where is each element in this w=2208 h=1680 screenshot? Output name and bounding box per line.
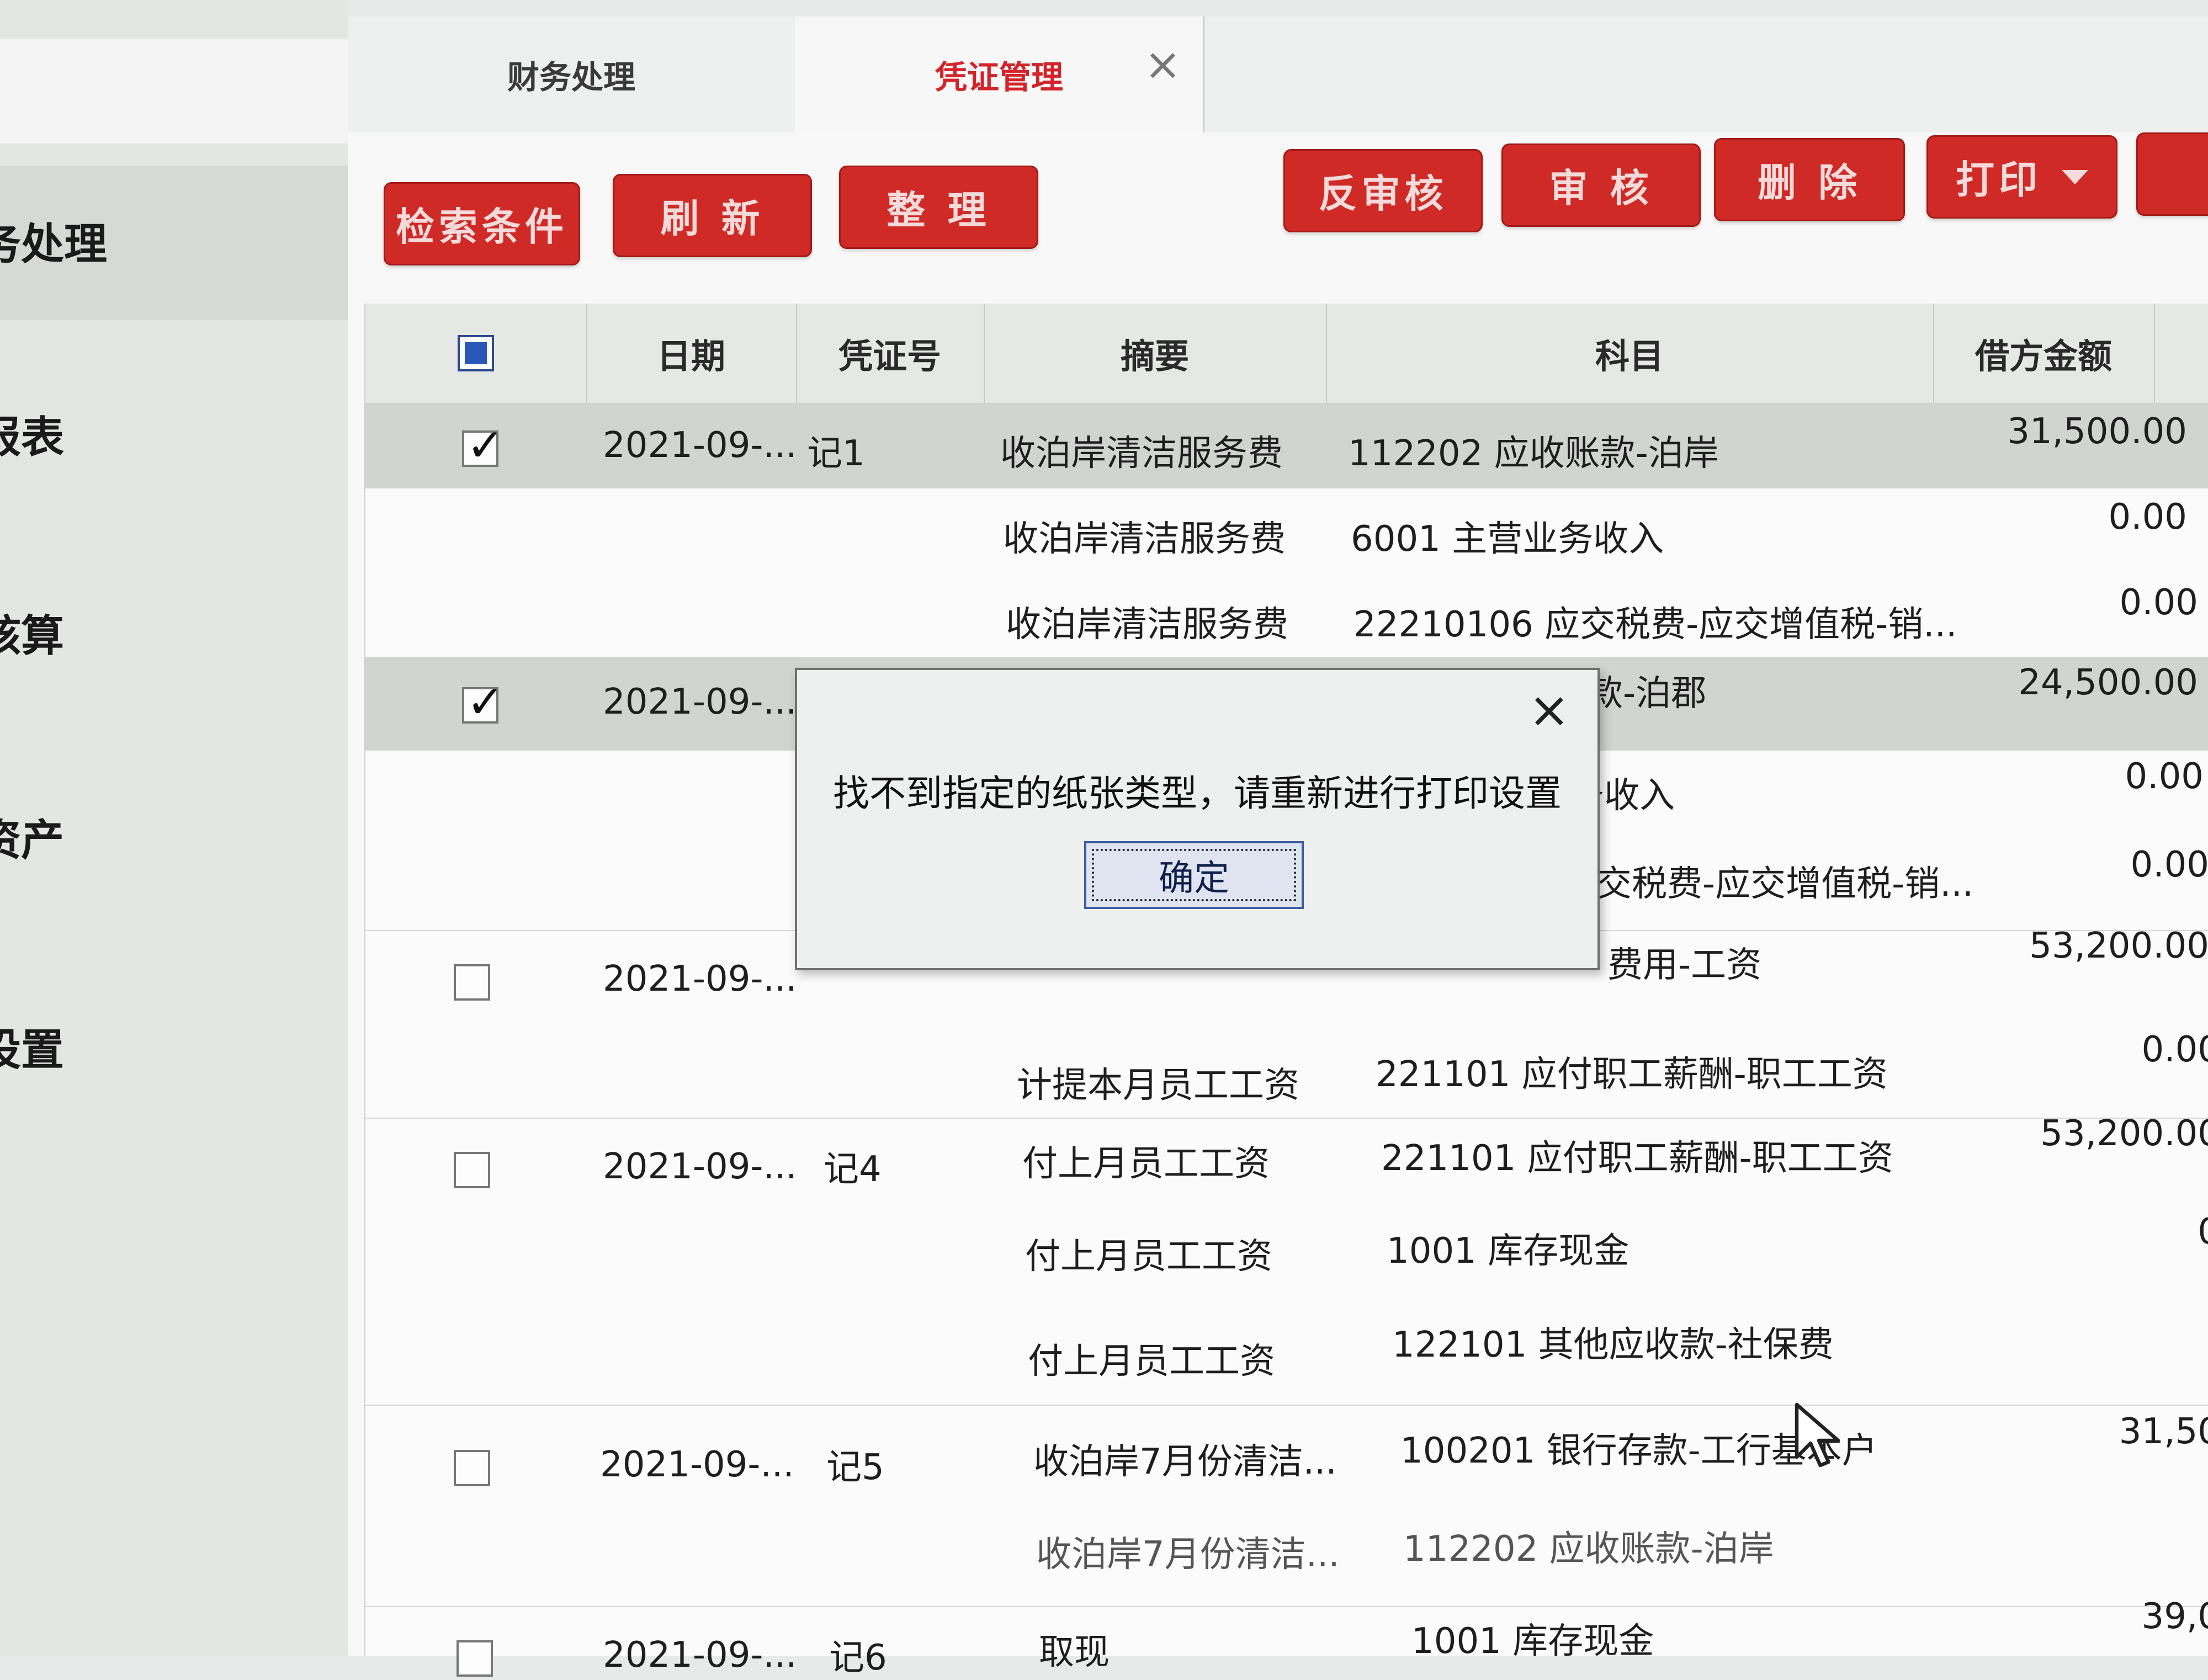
select-all-checkbox[interactable] bbox=[458, 335, 494, 371]
audit-button[interactable]: 审 核 bbox=[1501, 143, 1701, 227]
summary-cell: 付上月员工工资 bbox=[1028, 1341, 1275, 1382]
sidebar-item-reports[interactable]: 报表 bbox=[0, 403, 64, 465]
print-button[interactable]: 打印 bbox=[1926, 135, 2117, 219]
header-voucher-no[interactable]: 凭证号 bbox=[796, 304, 985, 403]
voucher-cell[interactable]: 记6 bbox=[829, 1629, 887, 1680]
header-date[interactable]: 日期 bbox=[586, 304, 797, 403]
date-cell: 2021-09-... bbox=[603, 1146, 797, 1187]
search-criteria-button[interactable]: 检索条件 bbox=[384, 182, 580, 265]
summary-cell: 付上月员工工资 bbox=[1025, 1236, 1272, 1277]
account-cell: 1001 库存现金 bbox=[1387, 1231, 1630, 1272]
refresh-button[interactable]: 刷 新 bbox=[613, 174, 812, 257]
sidebar-item-assets[interactable]: 资产 bbox=[0, 806, 64, 868]
summary-cell: 收泊岸清洁服务费 bbox=[1006, 604, 1288, 645]
header-select-all-cell bbox=[365, 304, 587, 403]
summary-cell: 收泊岸清洁服务费 bbox=[1003, 519, 1286, 560]
debit-cell: 39,0 bbox=[2141, 1596, 2208, 1637]
tab-label: 财务处理 bbox=[507, 59, 635, 96]
debit-cell: 31,500.00 bbox=[2007, 411, 2187, 452]
voucher-cell[interactable]: 记1 bbox=[807, 425, 865, 476]
more-button[interactable] bbox=[2136, 132, 2208, 216]
date-cell: 2021-09-... bbox=[603, 682, 797, 722]
voucher-table: 日期 凭证号 摘要 科目 借方金额 2021-09-... 记1 收泊岸清洁服务… bbox=[364, 304, 2208, 1678]
debit-cell: 0.00 bbox=[2141, 1029, 2208, 1070]
table-row[interactable]: 计提本月员工工资 221101 应付职工薪酬-职工工资 0.00 bbox=[365, 1024, 2208, 1118]
table-row[interactable]: 2021-09-... 记4 付上月员工工资 221101 应付职工薪酬-职工工… bbox=[365, 1113, 2208, 1213]
table-row[interactable]: 付上月员工工资 1001 库存现金 0 bbox=[365, 1211, 2208, 1305]
debit-cell: 24,500.00 bbox=[2018, 662, 2198, 703]
table-row[interactable]: 2021-09-... 记1 收泊岸清洁服务费 112202 应收账款-泊岸 3… bbox=[365, 403, 2208, 488]
summary-cell: 付上月员工工资 bbox=[1022, 1144, 1270, 1184]
voucher-cell[interactable]: 记4 bbox=[824, 1141, 882, 1192]
summary-cell: 计提本月员工工资 bbox=[1017, 1065, 1299, 1106]
table-row[interactable]: 收泊岸清洁服务费 6001 主营业务收入 0.00 bbox=[365, 488, 2208, 574]
table-row[interactable]: 收泊岸7月份清洁... 112202 应收账款-泊岸 bbox=[365, 1504, 2208, 1606]
table-row[interactable]: 2021-09-... 记5 收泊岸7月份清洁... 100201 银行存款-工… bbox=[365, 1405, 2208, 1505]
account-cell: 122101 其他应收款-社保费 bbox=[1392, 1325, 1834, 1365]
date-cell: 2021-09-... bbox=[603, 1635, 797, 1676]
left-sidebar: 务处理 报表 核算 资产 设置 bbox=[0, 0, 348, 1656]
row-checkbox[interactable] bbox=[462, 676, 505, 729]
summary-cell: 收泊岸7月份清洁... bbox=[1036, 1534, 1340, 1575]
row-checkbox[interactable] bbox=[454, 1450, 490, 1486]
account-cell: 221101 应付职工薪酬-职工工资 bbox=[1381, 1138, 1893, 1179]
ok-button[interactable]: 确定 bbox=[1084, 841, 1304, 909]
tab-label: 凭证管理 bbox=[935, 59, 1063, 96]
date-cell: 2021-09-... bbox=[603, 425, 797, 466]
debit-cell: 53,200.00 bbox=[2029, 926, 2208, 966]
account-cell: 1001 库存现金 bbox=[1411, 1621, 1654, 1662]
close-icon[interactable]: × bbox=[1528, 681, 1570, 739]
debit-cell: 0.00 bbox=[2130, 844, 2208, 885]
debit-cell: 53,200.00 bbox=[2040, 1113, 2208, 1154]
print-error-dialog: × 找不到指定的纸张类型，请重新进行打印设置 确定 bbox=[795, 668, 1600, 970]
debit-cell: 0.00 bbox=[2119, 582, 2199, 623]
row-checkbox[interactable] bbox=[454, 1152, 490, 1188]
account-cell: 交税费-应交增值税-销... bbox=[1596, 864, 1974, 905]
table-row[interactable]: 收泊岸清洁服务费 22210106 应交税费-应交增值税-销... 0.00 bbox=[365, 574, 2208, 657]
delete-button[interactable]: 删 除 bbox=[1714, 138, 1905, 221]
row-checkbox[interactable] bbox=[454, 964, 490, 1001]
account-cell: 6001 主营业务收入 bbox=[1351, 519, 1664, 560]
sidebar-item-finance[interactable]: 务处理 bbox=[0, 210, 107, 272]
row-checkbox[interactable] bbox=[462, 419, 505, 472]
table-row[interactable]: 付上月员工工资 122101 其他应收款-社保费 bbox=[365, 1305, 2208, 1405]
header-summary[interactable]: 摘要 bbox=[984, 304, 1327, 403]
print-label: 打印 bbox=[1956, 157, 2042, 203]
debit-cell: 0.00 bbox=[2108, 497, 2188, 538]
chevron-down-icon bbox=[2062, 169, 2088, 184]
summary-cell: 取现 bbox=[1039, 1632, 1110, 1673]
header-account[interactable]: 科目 bbox=[1326, 304, 1934, 403]
dialog-message: 找不到指定的纸张类型，请重新进行打印设置 bbox=[833, 772, 1562, 815]
tab-bar: 财务处理 凭证管理 × bbox=[348, 17, 2208, 134]
debit-cell: 31,50 bbox=[2119, 1411, 2208, 1452]
close-icon[interactable]: × bbox=[1144, 39, 1181, 90]
table-header: 日期 凭证号 摘要 科目 借方金额 bbox=[365, 304, 2208, 404]
date-cell: 2021-09-... bbox=[600, 1444, 794, 1485]
table-row[interactable]: 2021-09-... 记6 取现 1001 库存现金 39,0 bbox=[365, 1596, 2208, 1678]
sidebar-top-band bbox=[0, 39, 348, 143]
sidebar-item-accounting[interactable]: 核算 bbox=[0, 602, 64, 663]
summary-cell: 收泊岸清洁服务费 bbox=[1000, 433, 1283, 474]
voucher-cell[interactable]: 记5 bbox=[826, 1439, 884, 1490]
header-debit[interactable]: 借方金额 bbox=[1933, 304, 2155, 403]
account-cell: 221101 应付职工薪酬-职工工资 bbox=[1376, 1054, 1888, 1095]
date-cell: 2021-09-... bbox=[603, 959, 797, 1000]
account-cell: 费用-工资 bbox=[1607, 945, 1762, 986]
account-cell: 22210106 应交税费-应交增值税-销... bbox=[1354, 604, 1957, 645]
account-cell: 112202 应收账款-泊岸 bbox=[1348, 433, 1719, 474]
debit-cell: 0 bbox=[1999, 1211, 2208, 1252]
summary-cell: 收泊岸7月份清洁... bbox=[1033, 1442, 1337, 1482]
tab-voucher-management[interactable]: 凭证管理 × bbox=[795, 17, 1204, 132]
debit-cell: 0.00 bbox=[2125, 756, 2204, 797]
unaudit-button[interactable]: 反审核 bbox=[1283, 149, 1483, 232]
sidebar-item-settings[interactable]: 设置 bbox=[0, 1016, 64, 1077]
row-checkbox[interactable] bbox=[457, 1640, 493, 1677]
mouse-cursor-icon bbox=[1795, 1402, 1840, 1468]
organize-button[interactable]: 整 理 bbox=[839, 166, 1038, 249]
account-cell: 112202 应收账款-泊岸 bbox=[1403, 1529, 1774, 1570]
tab-finance-processing[interactable]: 财务处理 bbox=[348, 17, 796, 132]
